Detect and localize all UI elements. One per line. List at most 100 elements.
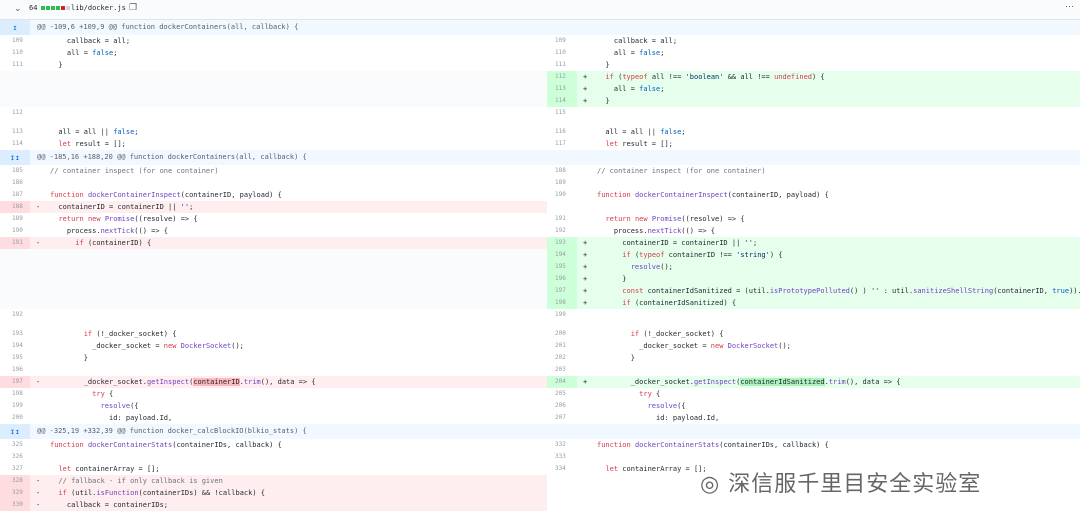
left-line-number[interactable]: 196 [0, 364, 30, 376]
right-line-number[interactable]: 109 [547, 35, 577, 47]
right-line-number[interactable]: 205 [547, 388, 577, 400]
left-line-number[interactable]: 185 [0, 165, 30, 177]
left-line-number[interactable]: 194 [0, 340, 30, 352]
right-line-number[interactable]: 191 [547, 213, 577, 225]
left-line-number[interactable]: 328 [0, 475, 30, 487]
left-line-number[interactable]: 187 [0, 189, 30, 201]
left-line-number[interactable]: 109 [0, 35, 30, 47]
right-line-number[interactable]: 117 [547, 138, 577, 150]
right-line-number[interactable]: 198 [547, 297, 577, 309]
diffstat-square [56, 6, 60, 10]
right-code: + const containerIdSanitized = (util.isP… [577, 285, 1080, 297]
left-line-number[interactable] [0, 273, 30, 285]
left-line-number[interactable]: 113 [0, 126, 30, 138]
diff-row: 330- callback = containerIDs; [0, 499, 1080, 511]
left-line-number[interactable] [0, 71, 30, 83]
right-line-number[interactable]: 195 [547, 261, 577, 273]
diff-row: 112 + if (typeof all !== 'boolean' && all… [0, 71, 1080, 83]
left-line-number[interactable]: 192 [0, 309, 30, 328]
expand-icon[interactable]: ↧↥ [0, 424, 30, 439]
right-line-number[interactable]: 204 [547, 376, 577, 388]
left-line-number[interactable]: 191 [0, 237, 30, 249]
right-line-number[interactable]: 207 [547, 412, 577, 424]
left-line-number[interactable]: 111 [0, 59, 30, 71]
left-line-number[interactable] [0, 95, 30, 107]
right-line-number[interactable]: 200 [547, 328, 577, 340]
left-line-number[interactable]: 188 [0, 201, 30, 213]
left-line-number[interactable]: 193 [0, 328, 30, 340]
watermark: ◎ 深信服千里目安全实验室 [700, 466, 981, 498]
left-line-number[interactable]: 330 [0, 499, 30, 511]
left-line-number[interactable]: 325 [0, 439, 30, 451]
right-line-number[interactable]: 197 [547, 285, 577, 297]
left-code [30, 107, 547, 126]
right-code [577, 177, 1080, 189]
right-code: + all = false; [577, 83, 1080, 95]
right-line-number[interactable]: 113 [547, 83, 577, 95]
file-path[interactable]: lib/docker.js [71, 4, 126, 12]
right-line-number[interactable]: 194 [547, 249, 577, 261]
right-line-number[interactable]: 193 [547, 237, 577, 249]
left-line-number[interactable]: 329 [0, 487, 30, 499]
right-line-number[interactable]: 192 [547, 225, 577, 237]
right-line-number[interactable]: 334 [547, 463, 577, 475]
right-line-number[interactable]: 116 [547, 126, 577, 138]
diff-row: 189 return new Promise((resolve) => {191… [0, 213, 1080, 225]
right-code: + resolve(); [577, 261, 1080, 273]
left-line-number[interactable]: 190 [0, 225, 30, 237]
left-line-number[interactable]: 195 [0, 352, 30, 364]
right-code: all = false; [597, 49, 665, 57]
right-line-number[interactable]: 333 [547, 451, 577, 463]
right-line-number[interactable]: 188 [547, 165, 577, 177]
right-line-number[interactable]: 111 [547, 59, 577, 71]
right-marker: + [583, 275, 588, 283]
left-line-number[interactable]: 112 [0, 107, 30, 126]
left-line-number[interactable] [0, 285, 30, 297]
left-line-number[interactable]: 197 [0, 376, 30, 388]
left-line-number[interactable]: 186 [0, 177, 30, 189]
left-line-number[interactable]: 200 [0, 412, 30, 424]
left-line-number[interactable]: 189 [0, 213, 30, 225]
right-code: + } [577, 273, 1080, 285]
right-line-number[interactable]: 202 [547, 352, 577, 364]
left-code: resolve({ [100, 402, 139, 410]
right-line-number[interactable]: 201 [547, 340, 577, 352]
right-line-number[interactable]: 196 [547, 273, 577, 285]
left-line-number[interactable] [0, 261, 30, 273]
left-line-number[interactable] [0, 297, 30, 309]
right-line-number[interactable]: 203 [547, 364, 577, 376]
right-code [577, 309, 1080, 328]
right-line-number[interactable]: 189 [547, 177, 577, 189]
diff-row: 188- containerID = containerID || ''; [0, 201, 1080, 213]
kebab-icon[interactable]: ⋯ [1065, 1, 1074, 12]
left-line-number[interactable]: 114 [0, 138, 30, 150]
right-line-number[interactable]: 114 [547, 95, 577, 107]
left-line-number[interactable] [0, 83, 30, 95]
right-line-number[interactable] [547, 475, 577, 487]
left-line-number[interactable]: 199 [0, 400, 30, 412]
left-code: try { [92, 390, 114, 398]
right-line-number[interactable]: 115 [547, 107, 577, 126]
expand-icon[interactable]: ↧↥ [0, 150, 30, 165]
right-line-number[interactable]: 199 [547, 309, 577, 328]
right-line-number[interactable]: 112 [547, 71, 577, 83]
diff-row: 192 199 [0, 309, 1080, 328]
left-line-number[interactable]: 327 [0, 463, 30, 475]
chevron-down-icon[interactable]: ⌄ [14, 3, 22, 14]
diff-row: 326 333 [0, 451, 1080, 463]
right-line-number[interactable] [547, 487, 577, 499]
diff-row: 196 203 [0, 364, 1080, 376]
right-line-number[interactable] [547, 201, 577, 213]
right-line-number[interactable] [547, 499, 577, 511]
left-line-number[interactable]: 198 [0, 388, 30, 400]
expand-icon[interactable]: ↥ [0, 20, 30, 35]
right-line-number[interactable]: 190 [547, 189, 577, 201]
left-line-number[interactable]: 326 [0, 451, 30, 463]
clipboard-icon[interactable]: ❐ [129, 2, 137, 13]
right-line-number[interactable]: 206 [547, 400, 577, 412]
left-line-number[interactable]: 110 [0, 47, 30, 59]
left-code [30, 309, 547, 328]
right-line-number[interactable]: 110 [547, 47, 577, 59]
right-line-number[interactable]: 332 [547, 439, 577, 451]
left-line-number[interactable] [0, 249, 30, 261]
